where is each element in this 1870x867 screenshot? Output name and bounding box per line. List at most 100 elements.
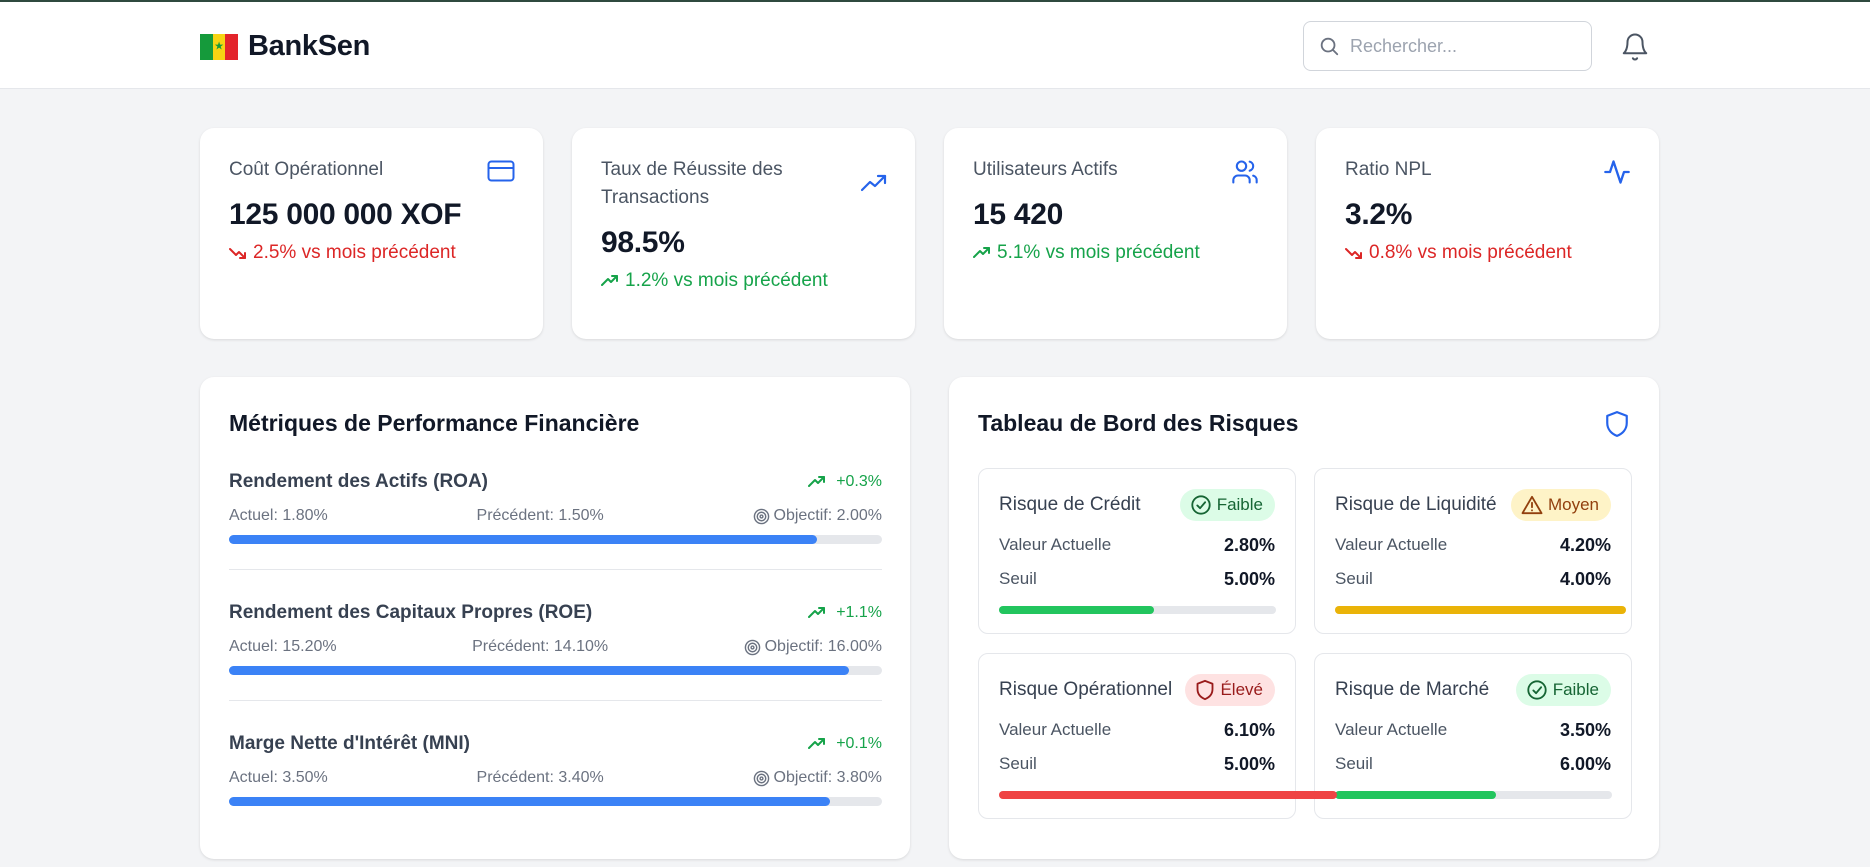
metric-target-text: Objectif: 3.80% <box>773 769 883 786</box>
risk-bar <box>1335 606 1626 614</box>
brand[interactable]: ★ BankSen <box>200 30 370 63</box>
risk-threshold-label: Seuil <box>999 754 1037 773</box>
metric-delta-text: +0.3% <box>836 473 882 490</box>
risk-current-value: 3.50% <box>1559 720 1611 740</box>
risk-threshold-label: Seuil <box>1335 754 1373 773</box>
risk-bar-fill <box>999 791 1337 799</box>
risk-current-row: Valeur Actuelle 3.50% <box>1335 720 1611 741</box>
risk-current-row: Valeur Actuelle 4.20% <box>1335 535 1611 556</box>
metric-current: Actuel: 15.20% <box>229 638 337 655</box>
stat-title: Utilisateurs Actifs <box>973 159 1118 180</box>
risk-current-row: Valeur Actuelle 2.80% <box>999 535 1275 556</box>
warning-triangle-icon <box>1521 495 1543 515</box>
senegal-flag-icon: ★ <box>200 33 239 60</box>
progress-fill <box>229 666 850 675</box>
trending-down-icon <box>229 248 246 259</box>
users-icon <box>1231 158 1259 191</box>
risk-threshold-row: Seuil 5.00% <box>999 754 1275 775</box>
metric-delta: +0.1% <box>808 735 882 753</box>
risk-threshold-row: Seuil 6.00% <box>1335 754 1611 775</box>
metric-current: Actuel: 3.50% <box>229 769 328 786</box>
risk-level-badge: Moyen <box>1510 489 1611 521</box>
trending-up-icon <box>973 247 990 258</box>
risk-name: Risque de Liquidité <box>1335 494 1497 515</box>
risk-level-badge: Faible <box>1515 674 1611 706</box>
divider <box>229 700 882 701</box>
search-input[interactable] <box>1350 35 1580 57</box>
stat-change: 2.5% vs mois précédent <box>229 242 515 264</box>
progress-fill <box>229 797 831 806</box>
risk-current-label: Valeur Actuelle <box>999 720 1112 739</box>
performance-panel: Métriques de Performance Financière Rend… <box>200 377 910 859</box>
stat-change: 1.2% vs mois précédent <box>601 270 887 292</box>
shield-icon <box>1197 679 1214 701</box>
risk-current-value: 6.10% <box>1223 720 1275 740</box>
stat-change: 5.1% vs mois précédent <box>973 242 1259 264</box>
bell-icon[interactable] <box>1620 31 1650 68</box>
stat-change-text: 1.2% vs mois précédent <box>625 270 828 291</box>
risk-level-text: Faible <box>1552 680 1599 699</box>
metric-previous: Précédent: 1.50% <box>476 507 604 524</box>
risk-bar <box>1335 791 1612 799</box>
metric-name: Rendement des Actifs (ROA) <box>229 471 488 492</box>
risk-name: Risque Opérationnel <box>999 679 1173 700</box>
risk-bar <box>999 606 1276 614</box>
progress-bar <box>229 666 882 675</box>
trending-up-icon <box>808 607 826 618</box>
risk-threshold-label: Seuil <box>1335 569 1373 588</box>
risk-current-label: Valeur Actuelle <box>999 535 1112 554</box>
stat-change: 0.8% vs mois précédent <box>1345 242 1631 264</box>
stat-change-text: 2.5% vs mois précédent <box>253 242 456 263</box>
trending-up-icon <box>808 738 826 749</box>
activity-icon <box>1603 158 1631 191</box>
risk-card-liquidity: Risque de Liquidité Moyen Valeur Actuell… <box>1314 468 1632 634</box>
metric-mni: Marge Nette d'Intérêt (MNI) +0.1% Actuel… <box>229 733 882 806</box>
panel-title: Métriques de Performance Financière <box>229 410 640 436</box>
risk-level-badge: Élevé <box>1185 674 1275 706</box>
risk-threshold-label: Seuil <box>999 569 1037 588</box>
stat-card-active-users: Utilisateurs Actifs 15 420 5.1% vs mois … <box>944 128 1287 339</box>
risk-threshold-row: Seuil 5.00% <box>999 569 1275 590</box>
stat-value: 125 000 000 XOF <box>229 198 462 231</box>
divider <box>229 569 882 570</box>
metric-name: Marge Nette d'Intérêt (MNI) <box>229 733 470 754</box>
metric-target-text: Objectif: 2.00% <box>773 507 883 524</box>
risk-card-market: Risque de Marché Faible Valeur Actuelle … <box>1314 653 1632 819</box>
metric-previous: Précédent: 3.40% <box>476 769 604 786</box>
stat-value: 15 420 <box>973 198 1063 231</box>
stat-card-operational-cost: Coût Opérationnel 125 000 000 XOF 2.5% v… <box>200 128 543 339</box>
risk-level-text: Moyen <box>1547 495 1599 514</box>
metric-current: Actuel: 1.80% <box>229 507 328 524</box>
risk-current-row: Valeur Actuelle 6.10% <box>999 720 1275 741</box>
stat-card-transaction-success: Taux de Réussite des Transactions 98.5% … <box>572 128 915 339</box>
progress-fill <box>229 535 817 544</box>
risk-panel: Tableau de Bord des Risques Risque de Cr… <box>949 377 1659 859</box>
target-icon <box>753 770 769 786</box>
check-circle-icon <box>1527 680 1547 700</box>
risk-bar-fill <box>999 606 1155 614</box>
risk-threshold-value: 5.00% <box>1223 754 1275 774</box>
risk-threshold-value: 4.00% <box>1559 569 1611 589</box>
panel-title: Tableau de Bord des Risques <box>978 410 1299 436</box>
search-box[interactable] <box>1303 21 1592 71</box>
shield-icon <box>1604 409 1630 444</box>
risk-card-operational: Risque Opérationnel Élevé Valeur Actuell… <box>978 653 1337 819</box>
credit-card-icon <box>487 160 515 187</box>
trending-down-icon <box>1345 248 1362 259</box>
stat-title: Ratio NPL <box>1345 159 1432 180</box>
risk-name: Risque de Crédit <box>999 494 1141 515</box>
risk-current-label: Valeur Actuelle <box>1335 720 1448 739</box>
stat-title: Coût Opérationnel <box>229 159 384 180</box>
metric-roe: Rendement des Capitaux Propres (ROE) +1.… <box>229 602 882 675</box>
metric-delta: +1.1% <box>808 604 882 622</box>
risk-card-credit: Risque de Crédit Faible Valeur Actuelle … <box>978 468 1296 634</box>
metric-target-text: Objectif: 16.00% <box>764 638 882 655</box>
metric-target: Objectif: 3.80% <box>753 769 883 787</box>
risk-level-badge: Faible <box>1179 489 1275 521</box>
stat-change-text: 0.8% vs mois précédent <box>1369 242 1572 263</box>
metric-name: Rendement des Capitaux Propres (ROE) <box>229 602 593 623</box>
top-header: ★ BankSen <box>0 2 1870 89</box>
risk-current-label: Valeur Actuelle <box>1335 535 1448 554</box>
progress-bar <box>229 535 882 544</box>
stat-change-text: 5.1% vs mois précédent <box>997 242 1200 263</box>
